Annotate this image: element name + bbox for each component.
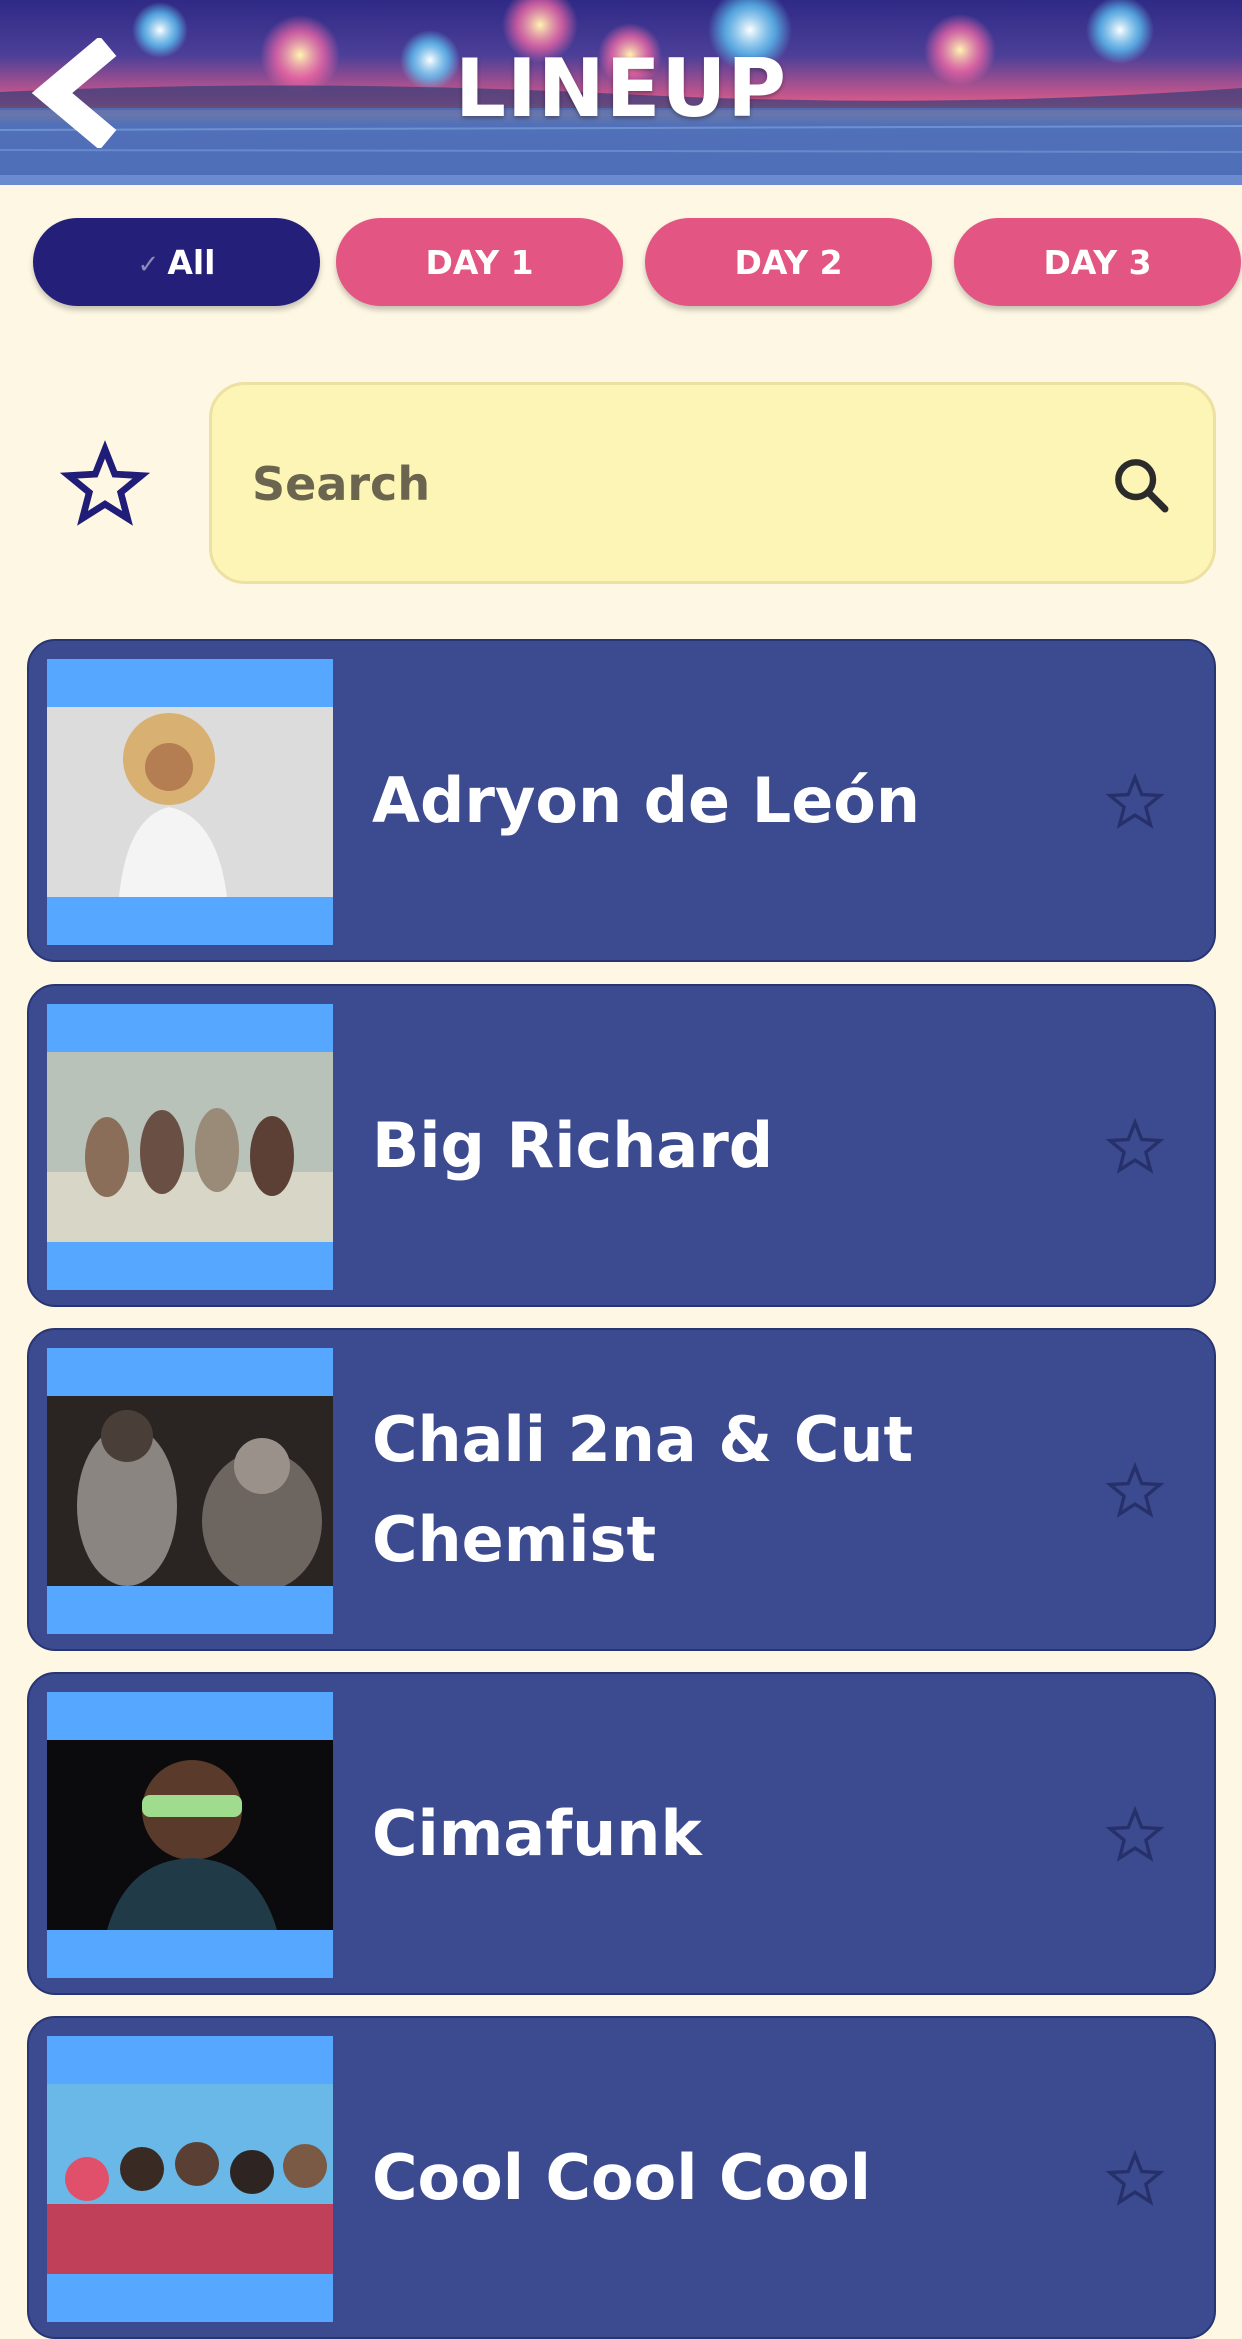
star-outline-icon[interactable] <box>1104 2148 1166 2210</box>
artist-card[interactable]: Cool Cool Cool <box>27 2016 1216 2339</box>
star-outline-icon[interactable] <box>1104 771 1166 833</box>
artist-photo <box>47 1004 333 1290</box>
header-banner: LINEUP <box>0 0 1242 185</box>
artist-name: Cool Cool Cool <box>372 2140 871 2214</box>
artist-name: Adryon de León <box>372 763 920 837</box>
artist-card[interactable]: Adryon de León <box>27 639 1216 962</box>
search-input[interactable] <box>250 385 1054 583</box>
filter-chip-label: DAY 1 <box>425 242 534 282</box>
artist-card[interactable]: Cimafunk <box>27 1672 1216 1995</box>
day-filter-chips: ✓ All DAY 1 DAY 2 DAY 3 <box>33 218 1242 310</box>
check-icon: ✓ <box>137 250 160 280</box>
filter-chip-day-3[interactable]: DAY 3 <box>954 218 1241 306</box>
artist-card[interactable]: Big Richard <box>27 984 1216 1307</box>
artist-photo <box>47 2036 333 2322</box>
artist-card[interactable]: Chali 2na & Cut Chemist <box>27 1328 1216 1651</box>
star-outline-icon[interactable] <box>1104 1804 1166 1866</box>
search-bar <box>209 382 1216 584</box>
star-outline-icon[interactable] <box>1104 1460 1166 1522</box>
artist-photo <box>47 1692 333 1978</box>
favorites-filter-button[interactable] <box>59 440 151 530</box>
filter-chip-label: All <box>167 242 216 282</box>
filter-chip-all[interactable]: ✓ All <box>33 218 320 306</box>
star-outline-icon <box>59 440 151 526</box>
filter-chip-label: DAY 2 <box>734 242 843 282</box>
artist-name: Cimafunk <box>372 1796 702 1870</box>
artist-photo <box>47 659 333 945</box>
artist-photo <box>47 1348 333 1634</box>
filter-chip-day-1[interactable]: DAY 1 <box>336 218 623 306</box>
artist-name: Big Richard <box>372 1108 774 1182</box>
star-outline-icon[interactable] <box>1104 1116 1166 1178</box>
filter-chip-label: DAY 3 <box>1043 242 1152 282</box>
page-title: LINEUP <box>455 42 787 135</box>
search-icon[interactable] <box>1109 453 1173 517</box>
artist-name: Chali 2na & Cut Chemist <box>372 1402 914 1576</box>
filter-chip-day-2[interactable]: DAY 2 <box>645 218 932 306</box>
